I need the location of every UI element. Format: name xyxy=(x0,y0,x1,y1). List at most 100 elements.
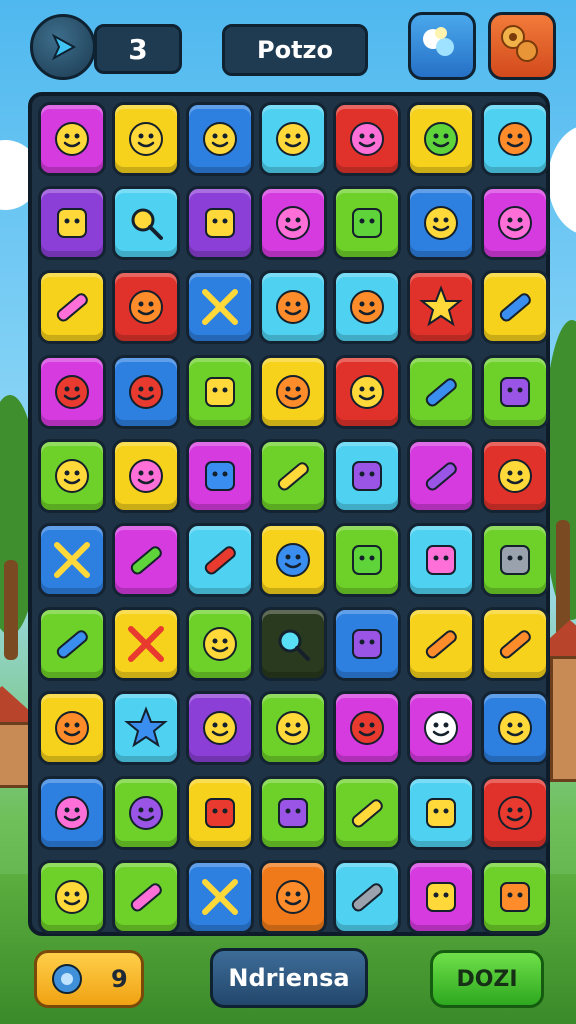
picture-frame-icon xyxy=(426,797,456,828)
board-tile[interactable] xyxy=(259,354,328,429)
board-tile[interactable] xyxy=(480,270,549,345)
board-tile[interactable] xyxy=(111,438,180,513)
cookies-button[interactable] xyxy=(488,12,556,80)
board-tile[interactable] xyxy=(407,186,475,261)
telescope-icon xyxy=(278,462,310,491)
board-tile[interactable] xyxy=(333,607,402,682)
board-tile[interactable] xyxy=(38,691,106,766)
board-tile[interactable] xyxy=(333,102,402,176)
board-tile[interactable] xyxy=(38,859,106,934)
board-tile[interactable] xyxy=(480,691,549,766)
pink-crayon-icon xyxy=(56,293,88,322)
board-tile[interactable] xyxy=(333,523,402,597)
pink-blob-icon xyxy=(276,206,311,241)
board-tile[interactable] xyxy=(185,438,254,513)
right-action-button[interactable]: DOZI xyxy=(430,950,544,1008)
purple-phone-icon xyxy=(278,797,309,828)
purple-capsule-icon xyxy=(425,462,457,491)
board-tile[interactable] xyxy=(111,186,180,261)
board-tile[interactable] xyxy=(111,270,180,345)
board-tile[interactable] xyxy=(333,186,402,261)
red-tomato-icon xyxy=(128,374,163,409)
board-tile[interactable] xyxy=(480,859,549,934)
bubbles-button[interactable] xyxy=(408,12,476,80)
board-tile[interactable] xyxy=(38,186,106,261)
board-tile[interactable] xyxy=(407,775,475,850)
board-tile[interactable] xyxy=(111,691,180,766)
board-tile[interactable] xyxy=(333,438,402,513)
board-tile[interactable] xyxy=(38,270,106,345)
board-tile[interactable] xyxy=(38,523,106,597)
board-tile[interactable] xyxy=(407,270,475,345)
board-tile[interactable] xyxy=(333,270,402,345)
board-tile[interactable] xyxy=(333,691,402,766)
board-tile[interactable] xyxy=(38,438,106,513)
board-tile[interactable] xyxy=(185,270,254,345)
board-tile[interactable] xyxy=(407,691,475,766)
board-tile[interactable] xyxy=(185,354,254,429)
yellow-bird-icon xyxy=(497,711,532,746)
board-tile[interactable] xyxy=(185,775,254,850)
board-tile[interactable] xyxy=(111,859,180,934)
board-tile[interactable] xyxy=(480,186,549,261)
board-tile[interactable] xyxy=(333,354,402,429)
bubbles-icon xyxy=(423,27,454,56)
orange-ball-icon xyxy=(128,290,163,325)
yellow-sun-face-icon xyxy=(55,879,89,914)
blue-bottle-icon xyxy=(276,543,311,577)
board-tile[interactable] xyxy=(480,438,549,513)
red-tomato-icon xyxy=(350,711,385,746)
board-tile[interactable] xyxy=(480,775,549,850)
board-tile[interactable] xyxy=(185,102,254,176)
center-button[interactable]: Ndriensa xyxy=(210,948,368,1008)
board-tile[interactable] xyxy=(407,607,475,682)
yellow-smile-icon xyxy=(276,122,311,156)
board-tile[interactable] xyxy=(259,859,328,934)
yellow-sun-face-icon xyxy=(202,122,237,156)
board-tile[interactable] xyxy=(333,859,402,934)
board-tile[interactable] xyxy=(38,102,106,176)
board-tile[interactable] xyxy=(480,354,549,429)
board-tile[interactable] xyxy=(38,775,106,850)
board-tile[interactable] xyxy=(259,691,328,766)
board-tile[interactable] xyxy=(111,775,180,850)
board-tile[interactable] xyxy=(259,186,328,261)
board-tile[interactable] xyxy=(259,102,328,176)
red-tag-icon xyxy=(204,797,235,828)
coin-counter-button[interactable]: 9 xyxy=(34,950,144,1008)
board-tile[interactable] xyxy=(111,354,180,429)
board-tile[interactable] xyxy=(259,607,328,682)
pink-cat-face-icon xyxy=(55,795,89,830)
board-tile[interactable] xyxy=(111,607,180,682)
board-tile[interactable] xyxy=(407,354,475,429)
camera-icon xyxy=(57,208,87,239)
board-tile[interactable] xyxy=(480,102,549,176)
board-tile[interactable] xyxy=(111,523,180,597)
gear-coin-icon xyxy=(52,964,83,994)
board-tile[interactable] xyxy=(185,859,254,934)
board-tile[interactable] xyxy=(480,607,549,682)
board-tile[interactable] xyxy=(111,102,180,176)
board-tile[interactable] xyxy=(259,775,328,850)
board-tile[interactable] xyxy=(407,859,475,934)
board-tile[interactable] xyxy=(185,186,254,261)
board-tile[interactable] xyxy=(259,438,328,513)
board-tile[interactable] xyxy=(185,607,254,682)
board-tile[interactable] xyxy=(407,523,475,597)
crossed-arrows-icon xyxy=(54,542,90,578)
board-tile[interactable] xyxy=(259,270,328,345)
orange-bulb-icon xyxy=(497,122,532,156)
board-tile[interactable] xyxy=(407,438,475,513)
board-tile[interactable] xyxy=(38,607,106,682)
play-button[interactable] xyxy=(30,14,96,80)
board-tile[interactable] xyxy=(185,523,254,597)
house xyxy=(550,656,576,782)
board-tile[interactable] xyxy=(480,523,549,597)
board-tile[interactable] xyxy=(407,102,475,176)
board-tile[interactable] xyxy=(185,691,254,766)
orange-book-icon xyxy=(499,881,530,912)
board-tile[interactable] xyxy=(259,523,328,597)
orange-fish-icon xyxy=(350,290,385,325)
board-tile[interactable] xyxy=(333,775,402,850)
board-tile[interactable] xyxy=(38,354,106,429)
